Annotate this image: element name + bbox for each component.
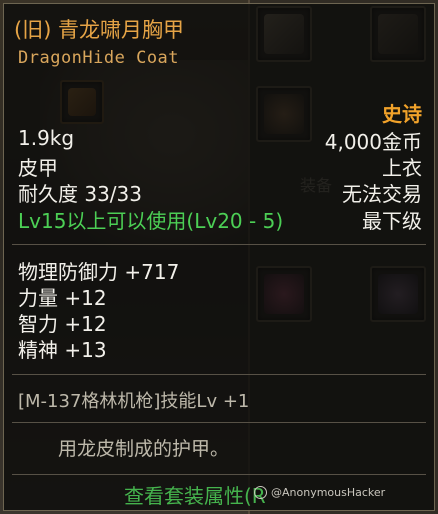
stat-line: 智力 +12 xyxy=(18,312,107,336)
stat-line: 力量 +12 xyxy=(18,286,107,310)
item-durability: 耐久度 33/33 xyxy=(18,182,142,206)
item-name-english: DragonHide Coat xyxy=(18,48,180,68)
watermark-text: @AnonymousHacker xyxy=(271,486,386,499)
stat-line: 物理防御力 +717 xyxy=(18,260,180,284)
item-tooltip: (旧) 青龙啸月胸甲 DragonHide Coat 史诗 1.9kg 4,00… xyxy=(3,3,435,511)
item-material: 皮甲 xyxy=(18,156,58,180)
divider xyxy=(12,244,426,245)
view-set-attributes-button[interactable]: 查看套装属性(R xyxy=(124,480,266,509)
item-name: (旧) 青龙啸月胸甲 xyxy=(14,18,185,42)
watermark-icon xyxy=(254,486,267,499)
item-price: 4,000金币 xyxy=(324,130,422,154)
item-slot: 上衣 xyxy=(382,156,422,180)
item-trade-status: 无法交易 xyxy=(342,182,422,206)
watermark: @AnonymousHacker xyxy=(254,486,385,499)
item-rarity: 史诗 xyxy=(382,102,422,126)
divider xyxy=(12,374,426,375)
item-grade: 最下级 xyxy=(362,209,422,233)
item-description: 用龙皮制成的护甲。 xyxy=(58,438,230,460)
item-weight: 1.9kg xyxy=(18,126,75,150)
item-skill-bonus: [M-137格林机枪]技能Lv +1 xyxy=(18,391,250,412)
divider xyxy=(12,422,426,423)
stat-line: 精神 +13 xyxy=(18,338,107,362)
divider xyxy=(12,474,426,475)
item-level-requirement: Lv15以上可以使用(Lv20 - 5) xyxy=(18,209,284,233)
